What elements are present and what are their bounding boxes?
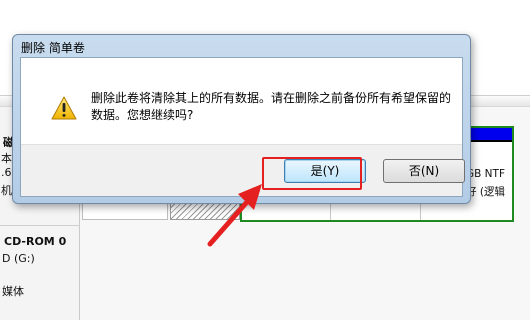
- dialog-message: 删除此卷将清除其上的所有数据。请在删除之前备份所有希望保留的数据。您想继续吗?: [91, 91, 452, 122]
- disk-separator: [0, 225, 80, 226]
- disk-type-fragment: 本: [1, 152, 12, 165]
- cdrom-media-label: 媒体: [2, 285, 24, 298]
- delete-volume-dialog: 删除 简单卷 删除此卷将清除其上的所有数据。请在删除之前备份所有希望保留的数据。…: [12, 34, 471, 204]
- cdrom-drive-label: D (G:): [2, 252, 35, 265]
- volume-status-label: 好 (逻辑: [466, 186, 505, 198]
- dialog-title: 删除 简单卷: [21, 41, 85, 55]
- disk-status-fragment: 机: [1, 184, 12, 197]
- pointer-arrow-icon: [207, 184, 262, 247]
- message-area: 删除此卷将清除其上的所有数据。请在删除之前备份所有希望保留的数据。您想继续吗?: [21, 58, 462, 144]
- dialog-titlebar[interactable]: 删除 简单卷: [13, 35, 470, 57]
- warning-icon: [51, 96, 77, 120]
- no-button[interactable]: 否(N): [383, 159, 465, 183]
- cdrom-label: CD-ROM 0: [4, 235, 67, 248]
- volume-size-label: GB NTF: [466, 168, 505, 180]
